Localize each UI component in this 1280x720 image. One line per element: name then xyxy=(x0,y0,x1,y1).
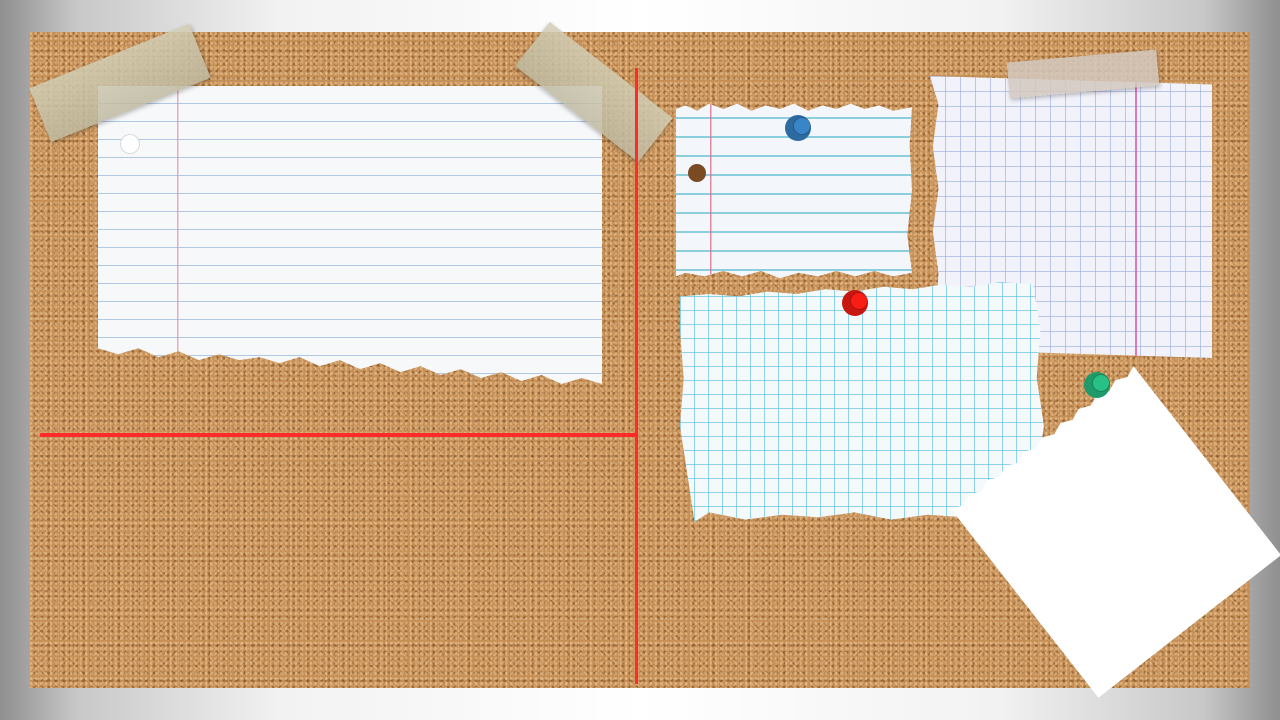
punch-hole-icon xyxy=(688,164,706,182)
vertical-guide-line xyxy=(635,68,638,684)
punch-hole-icon xyxy=(120,134,140,154)
lined-note-large[interactable] xyxy=(98,86,602,384)
horizontal-guide-line xyxy=(40,433,638,437)
slide-canvas xyxy=(0,0,1280,720)
push-pin-icon[interactable] xyxy=(842,290,868,316)
push-pin-icon[interactable] xyxy=(785,115,811,141)
push-pin-icon[interactable] xyxy=(1084,372,1110,398)
